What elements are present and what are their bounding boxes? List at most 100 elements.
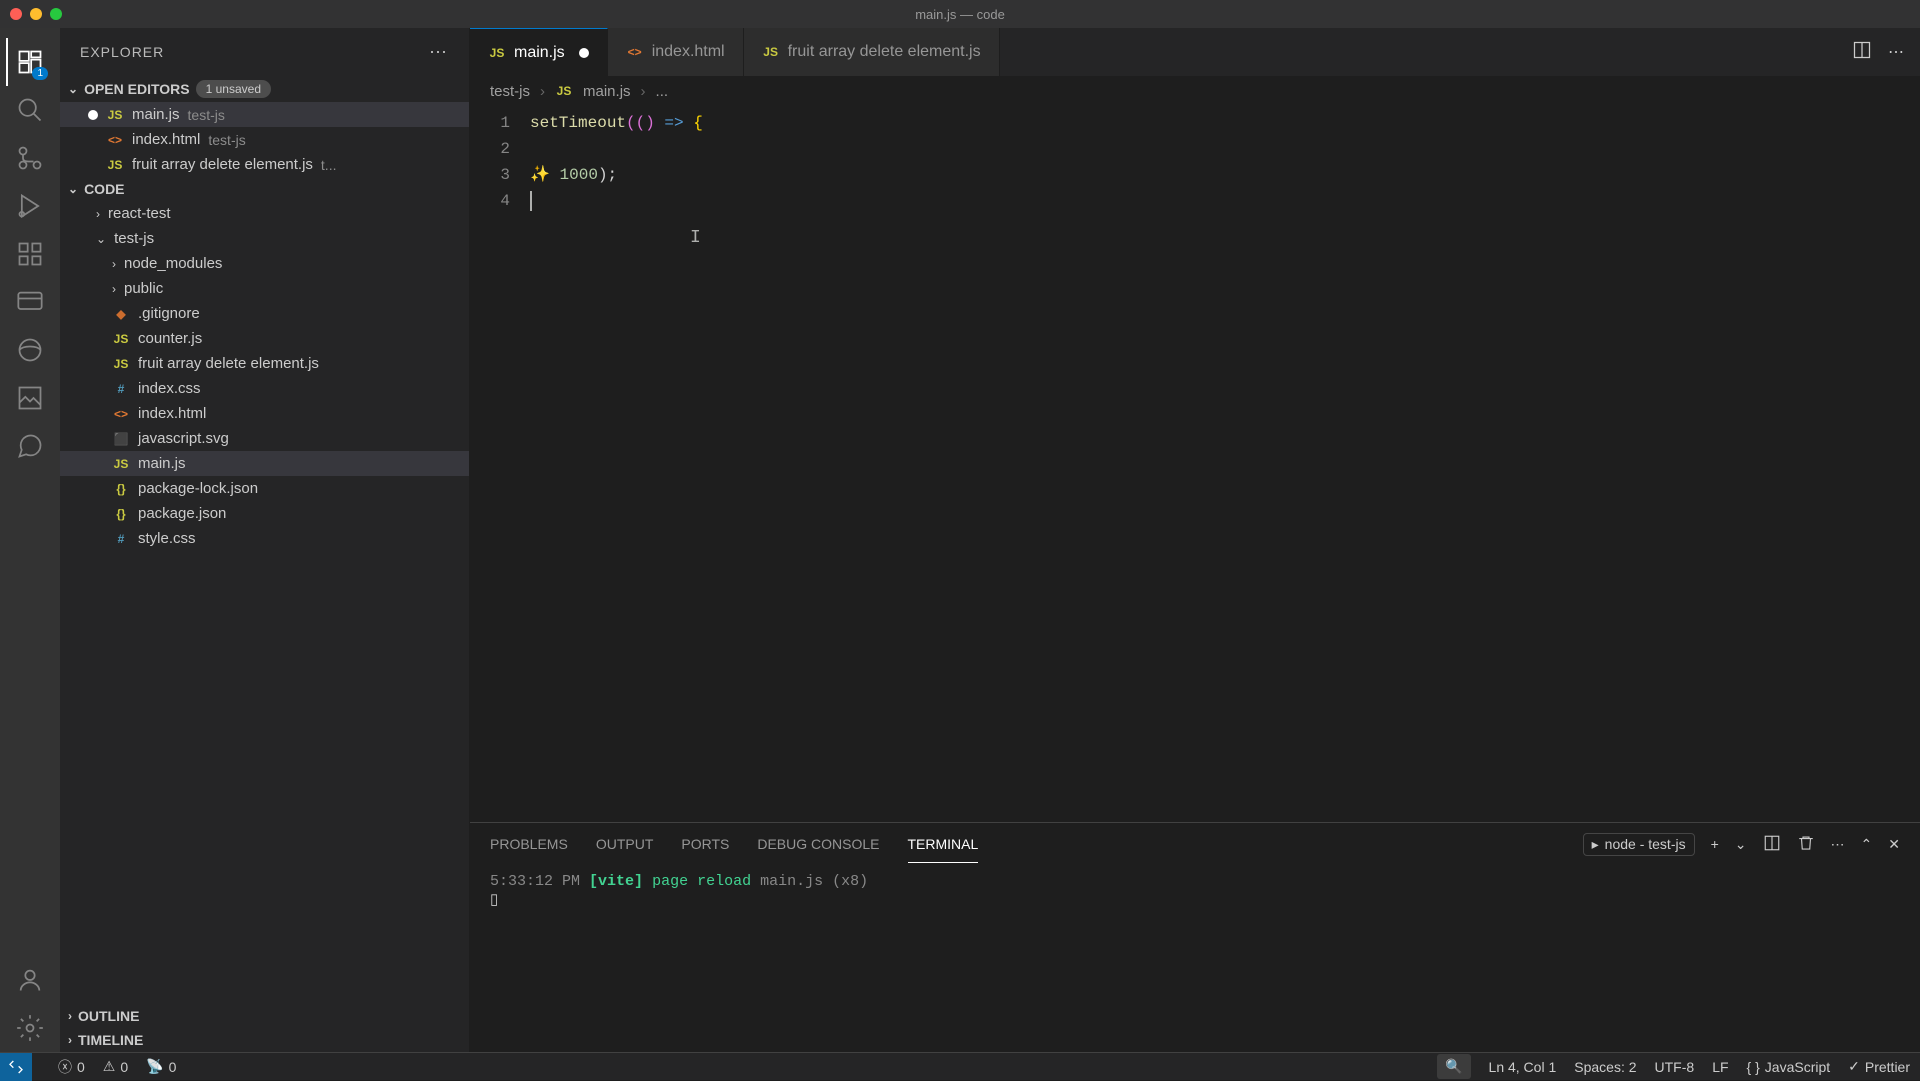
chevron-right-icon: › xyxy=(68,1033,72,1047)
editor-tab[interactable]: JS main.js xyxy=(470,28,608,76)
check-icon: ✓ xyxy=(1848,1058,1860,1075)
chevron-right-icon: › xyxy=(112,282,116,296)
remote-indicator[interactable] xyxy=(0,1053,32,1081)
file-item[interactable]: {} package-lock.json xyxy=(60,476,469,501)
bottom-panel: PROBLEMS OUTPUT PORTS DEBUG CONSOLE TERM… xyxy=(470,822,1920,1052)
editor-tab[interactable]: JS fruit array delete element.js xyxy=(744,28,1000,76)
image-activity-icon[interactable] xyxy=(6,374,54,422)
js-file-icon: JS xyxy=(112,357,130,371)
account-activity-icon[interactable] xyxy=(6,956,54,1004)
maximize-window-button[interactable] xyxy=(50,8,62,20)
terminal-content[interactable]: 5:33:12 PM [vite] page reload main.js (x… xyxy=(470,865,1920,1052)
close-panel-icon[interactable]: ✕ xyxy=(1888,836,1900,853)
html-file-icon: <> xyxy=(106,133,124,147)
file-item[interactable]: <> index.html xyxy=(60,401,469,426)
file-item[interactable]: ⬛ javascript.svg xyxy=(60,426,469,451)
debug-activity-icon[interactable] xyxy=(6,182,54,230)
code-section-header[interactable]: ⌄ CODE xyxy=(60,177,469,201)
titlebar: main.js — code xyxy=(0,0,1920,28)
file-item[interactable]: JS main.js xyxy=(60,451,469,476)
file-item[interactable]: JS fruit array delete element.js xyxy=(60,351,469,376)
file-name: package-lock.json xyxy=(138,480,258,497)
file-item[interactable]: ◆ .gitignore xyxy=(60,301,469,326)
open-editors-header[interactable]: ⌄ OPEN EDITORS 1 unsaved xyxy=(60,76,469,102)
tab-label: main.js xyxy=(514,44,565,62)
sidebar-header: EXPLORER ⋯ xyxy=(60,28,469,76)
code-line[interactable] xyxy=(530,136,1920,162)
panel-actions: ▸ node - test-js + ⌄ ⋯ ⌃ ✕ xyxy=(1583,833,1900,856)
code-line[interactable]: ✨ 1000); xyxy=(530,162,1920,188)
line-number: 1 xyxy=(470,110,510,136)
problems-tab[interactable]: PROBLEMS xyxy=(490,826,568,862)
search-activity-icon[interactable] xyxy=(6,86,54,134)
terminal-tab[interactable]: TERMINAL xyxy=(908,826,979,863)
editor-tab[interactable]: <> index.html xyxy=(608,28,744,76)
folder-item[interactable]: › node_modules xyxy=(60,251,469,276)
split-terminal-icon[interactable] xyxy=(1763,834,1781,855)
line-number: 4 xyxy=(470,188,510,214)
outline-label: OUTLINE xyxy=(78,1008,139,1024)
code-line[interactable]: setTimeout(() => { xyxy=(530,110,1920,136)
encoding-status[interactable]: UTF-8 xyxy=(1655,1059,1695,1075)
cursor-position[interactable]: Ln 4, Col 1 xyxy=(1489,1059,1557,1075)
file-item[interactable]: # style.css xyxy=(60,526,469,551)
folder-item[interactable]: ⌄ test-js xyxy=(60,226,469,251)
split-editor-icon[interactable] xyxy=(1852,40,1872,65)
remote-activity-icon[interactable] xyxy=(6,278,54,326)
more-actions-icon[interactable]: ⋯ xyxy=(1831,836,1845,853)
tab-actions: ⋯ xyxy=(1836,28,1920,76)
outline-section-header[interactable]: › OUTLINE xyxy=(60,1004,469,1028)
indentation-status[interactable]: Spaces: 2 xyxy=(1574,1059,1636,1075)
html-file-icon: <> xyxy=(626,45,644,59)
extensions-activity-icon[interactable] xyxy=(6,230,54,278)
chat-activity-icon[interactable] xyxy=(6,422,54,470)
maximize-panel-icon[interactable]: ⌃ xyxy=(1861,836,1873,853)
kill-terminal-icon[interactable] xyxy=(1797,834,1815,855)
code-content[interactable]: setTimeout(() => { ✨ 1000); I xyxy=(530,110,1920,822)
edge-activity-icon[interactable] xyxy=(6,326,54,374)
code-editor[interactable]: 1 2 3 4 setTimeout(() => { ✨ 1000); I xyxy=(470,106,1920,822)
close-window-button[interactable] xyxy=(10,8,22,20)
code-line[interactable] xyxy=(530,188,1920,214)
timeline-section-header[interactable]: › TIMELINE xyxy=(60,1028,469,1052)
file-name: .gitignore xyxy=(138,305,200,322)
settings-activity-icon[interactable] xyxy=(6,1004,54,1052)
language-status[interactable]: { } JavaScript xyxy=(1747,1059,1831,1075)
line-number: 3 xyxy=(470,162,510,188)
ports-tab[interactable]: PORTS xyxy=(681,826,729,862)
chevron-right-icon: › xyxy=(641,83,646,100)
terminal-selector[interactable]: ▸ node - test-js xyxy=(1583,833,1695,856)
breadcrumb-extra[interactable]: ... xyxy=(656,83,669,100)
text-cursor xyxy=(530,191,532,211)
new-terminal-icon[interactable]: + xyxy=(1711,836,1719,852)
folder-item[interactable]: › react-test xyxy=(60,201,469,226)
output-tab[interactable]: OUTPUT xyxy=(596,826,654,862)
sidebar-more-icon[interactable]: ⋯ xyxy=(429,42,449,63)
prettier-status[interactable]: ✓ Prettier xyxy=(1848,1058,1910,1075)
chevron-down-icon[interactable]: ⌄ xyxy=(1735,836,1747,853)
errors-status[interactable]: ⓧ 0 xyxy=(58,1057,85,1077)
more-actions-icon[interactable]: ⋯ xyxy=(1888,42,1904,62)
editor-area: JS main.js <> index.html JS fruit array … xyxy=(470,28,1920,1052)
sparkle-icon: ✨ xyxy=(530,166,550,184)
source-control-activity-icon[interactable] xyxy=(6,134,54,182)
breadcrumb[interactable]: test-js › JS main.js › ... xyxy=(470,76,1920,106)
zoom-status[interactable]: 🔍 xyxy=(1437,1054,1470,1079)
file-item[interactable]: {} package.json xyxy=(60,501,469,526)
terminal-line: 5:33:12 PM [vite] page reload main.js (x… xyxy=(490,873,1900,890)
file-item[interactable]: # index.css xyxy=(60,376,469,401)
open-editor-item[interactable]: <> index.html test-js xyxy=(60,127,469,152)
explorer-activity-icon[interactable]: 1 xyxy=(6,38,54,86)
breadcrumb-file[interactable]: main.js xyxy=(583,83,631,100)
folder-item[interactable]: › public xyxy=(60,276,469,301)
warnings-status[interactable]: ⚠ 0 xyxy=(103,1058,128,1075)
breadcrumb-folder[interactable]: test-js xyxy=(490,83,530,100)
file-item[interactable]: JS counter.js xyxy=(60,326,469,351)
ports-status[interactable]: 📡 0 xyxy=(146,1058,176,1075)
minimize-window-button[interactable] xyxy=(30,8,42,20)
eol-status[interactable]: LF xyxy=(1712,1059,1728,1075)
line-number: 2 xyxy=(470,136,510,162)
debug-console-tab[interactable]: DEBUG CONSOLE xyxy=(757,826,879,862)
open-editor-item[interactable]: JS fruit array delete element.js t... xyxy=(60,152,469,177)
open-editor-item[interactable]: JS main.js test-js xyxy=(60,102,469,127)
